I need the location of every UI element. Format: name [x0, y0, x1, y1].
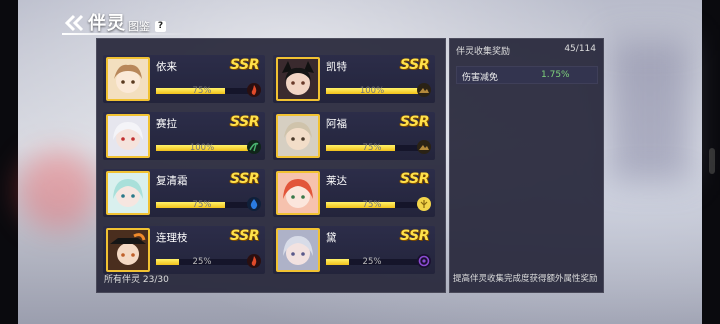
companion-name: 依来 [156, 61, 177, 73]
progress-label: 75% [362, 200, 382, 210]
fire-element-icon [247, 254, 261, 268]
reward-row-value: 1.75% [541, 70, 570, 80]
rarity-badge: SSR [230, 171, 259, 187]
companion-avatar [276, 57, 320, 101]
companion-card[interactable]: 赛拉 SSR 100% [103, 112, 265, 160]
companion-avatar [276, 171, 320, 215]
progress-label: 75% [192, 86, 212, 96]
rarity-badge: SSR [230, 114, 259, 130]
header-underline [62, 33, 192, 35]
rarity-badge: SSR [400, 57, 429, 73]
progress-bar: 25% [326, 257, 418, 267]
device-frame-right [702, 0, 720, 324]
rarity-badge: SSR [400, 228, 429, 244]
device-notch [709, 148, 715, 174]
earth-element-icon [417, 140, 431, 154]
page-header: 伴灵 图鉴 ? [62, 12, 166, 34]
progress-bar: 25% [156, 257, 248, 267]
reward-hint: 提高伴灵收集完成度获得额外属性奖励 [453, 274, 598, 284]
rarity-badge: SSR [230, 228, 259, 244]
progress-label: 25% [362, 257, 382, 267]
rarity-badge: SSR [230, 57, 259, 73]
fire-element-icon [247, 83, 261, 97]
progress-bar: 75% [326, 143, 418, 153]
companion-name: 黛 [326, 232, 337, 244]
companion-avatar [276, 228, 320, 272]
progress-bar: 100% [156, 143, 248, 153]
companion-avatar [106, 57, 150, 101]
dark-element-icon [417, 254, 431, 268]
companion-avatar [106, 114, 150, 158]
companion-card[interactable]: 依来 SSR 75% [103, 55, 265, 103]
rarity-badge: SSR [400, 114, 429, 130]
back-button[interactable] [62, 12, 88, 34]
companion-card[interactable]: 连理枝 SSR 25% [103, 226, 265, 274]
companion-name: 凯特 [326, 61, 347, 73]
companion-name: 阿福 [326, 118, 347, 130]
double-chevron-left-icon [64, 14, 84, 32]
companion-name: 莱达 [326, 175, 347, 187]
help-icon[interactable]: ? [155, 21, 166, 32]
progress-bar: 75% [156, 200, 248, 210]
background-blur [18, 150, 98, 230]
progress-label: 75% [362, 143, 382, 153]
progress-label: 100% [359, 86, 385, 96]
progress-label: 100% [189, 143, 215, 153]
progress-label: 25% [192, 257, 212, 267]
reward-count: 45/114 [564, 44, 596, 54]
companion-card[interactable]: 莱达 SSR 75% [273, 169, 435, 217]
light-element-icon [417, 197, 431, 211]
progress-label: 75% [192, 200, 212, 210]
companion-name: 赛拉 [156, 118, 177, 130]
page-title: 伴灵 [88, 13, 126, 34]
progress-bar: 75% [326, 200, 418, 210]
water-element-icon [247, 197, 261, 211]
companion-grid-panel: 依来 SSR 75% 凯特 SSR 100% 赛拉 SSR 100% 阿福 SS… [96, 38, 446, 293]
companion-card[interactable]: 黛 SSR 25% [273, 226, 435, 274]
wind-element-icon [247, 140, 261, 154]
companion-name: 连理枝 [156, 232, 188, 244]
companion-card[interactable]: 阿福 SSR 75% [273, 112, 435, 160]
companion-avatar [106, 171, 150, 215]
page-subtitle: 图鉴 [128, 20, 150, 33]
companion-card[interactable]: 凯特 SSR 100% [273, 55, 435, 103]
reward-panel: 伴灵收集奖励 45/114 伤害减免 1.75% 提高伴灵收集完成度获得额外属性… [449, 38, 604, 293]
device-frame-left [0, 0, 18, 324]
collection-count: 所有伴灵 23/30 [104, 275, 169, 285]
reward-row: 伤害减免 1.75% [456, 66, 598, 84]
companion-name: 复清霜 [156, 175, 188, 187]
companion-card[interactable]: 复清霜 SSR 75% [103, 169, 265, 217]
companion-avatar [276, 114, 320, 158]
rarity-badge: SSR [400, 171, 429, 187]
progress-bar: 75% [156, 86, 248, 96]
reward-row-label: 伤害减免 [462, 73, 499, 83]
progress-bar: 100% [326, 86, 418, 96]
earth-element-icon [417, 83, 431, 97]
companion-avatar [106, 228, 150, 272]
background-blur [610, 40, 690, 180]
reward-title: 伴灵收集奖励 [456, 47, 511, 57]
